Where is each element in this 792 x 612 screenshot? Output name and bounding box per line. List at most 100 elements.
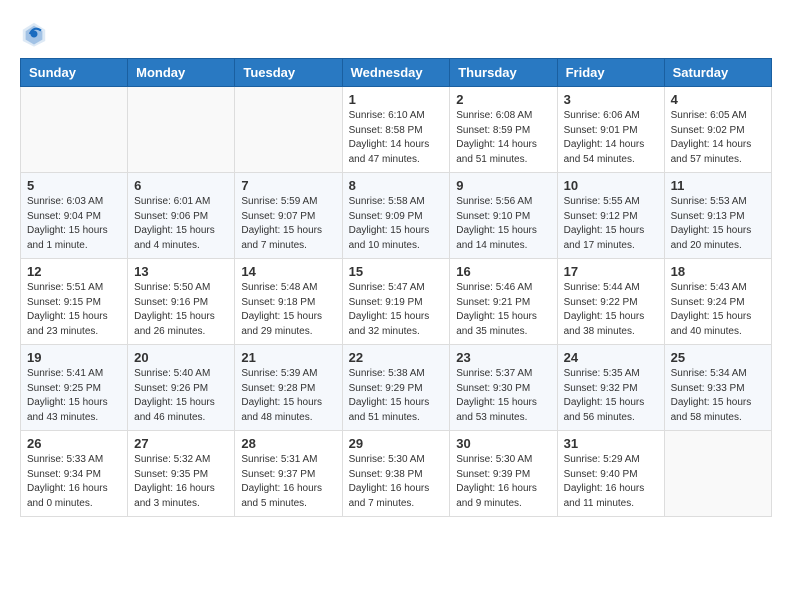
calendar-cell: 1 Sunrise: 6:10 AM Sunset: 8:58 PM Daylig…: [342, 87, 450, 173]
header-saturday: Saturday: [664, 59, 771, 87]
header-sunday: Sunday: [21, 59, 128, 87]
day-number: 12: [27, 264, 121, 279]
cell-content: Sunrise: 5:56 AM Sunset: 9:10 PM Dayligh…: [456, 195, 550, 253]
day-number: 5: [27, 178, 121, 193]
week-row-1: 1 Sunrise: 6:10 AM Sunset: 8:58 PM Daylig…: [21, 87, 772, 173]
cell-content: Sunrise: 6:05 AM Sunset: 9:02 PM Dayligh…: [671, 109, 765, 167]
calendar-cell: [21, 87, 128, 173]
calendar-cell: 10 Sunrise: 5:55 AM Sunset: 9:12 PM Dayli…: [557, 173, 664, 259]
cell-content: Sunrise: 6:03 AM Sunset: 9:04 PM Dayligh…: [27, 195, 121, 253]
day-number: 29: [349, 436, 444, 451]
calendar-cell: 31 Sunrise: 5:29 AM Sunset: 9:40 PM Dayli…: [557, 431, 664, 517]
day-number: 4: [671, 92, 765, 107]
calendar-cell: 5 Sunrise: 6:03 AM Sunset: 9:04 PM Daylig…: [21, 173, 128, 259]
day-number: 28: [241, 436, 335, 451]
cell-content: Sunrise: 5:55 AM Sunset: 9:12 PM Dayligh…: [564, 195, 658, 253]
cell-content: Sunrise: 6:10 AM Sunset: 8:58 PM Dayligh…: [349, 109, 444, 167]
cell-content: Sunrise: 5:29 AM Sunset: 9:40 PM Dayligh…: [564, 453, 658, 511]
logo-icon: [20, 20, 48, 48]
calendar-header-row: SundayMondayTuesdayWednesdayThursdayFrid…: [21, 59, 772, 87]
calendar-cell: 26Sunrise: 5:33 AM Sunset: 9:34 PM Dayli…: [21, 431, 128, 517]
day-number: 7: [241, 178, 335, 193]
calendar-cell: 15Sunrise: 5:47 AM Sunset: 9:19 PM Dayli…: [342, 259, 450, 345]
calendar-cell: 30 Sunrise: 5:30 AM Sunset: 9:39 PM Dayli…: [450, 431, 557, 517]
day-number: 31: [564, 436, 658, 451]
calendar-cell: [128, 87, 235, 173]
calendar-cell: 28 Sunrise: 5:31 AM Sunset: 9:37 PM Dayli…: [235, 431, 342, 517]
day-number: 9: [456, 178, 550, 193]
calendar-cell: 14 Sunrise: 5:48 AM Sunset: 9:18 PM Dayli…: [235, 259, 342, 345]
day-number: 17: [564, 264, 658, 279]
day-number: 10: [564, 178, 658, 193]
day-number: 14: [241, 264, 335, 279]
cell-content: Sunrise: 5:40 AM Sunset: 9:26 PM Dayligh…: [134, 367, 228, 425]
calendar-cell: 21 Sunrise: 5:39 AM Sunset: 9:28 PM Dayli…: [235, 345, 342, 431]
day-number: 19: [27, 350, 121, 365]
cell-content: Sunrise: 5:35 AM Sunset: 9:32 PM Dayligh…: [564, 367, 658, 425]
cell-content: Sunrise: 5:32 AM Sunset: 9:35 PM Dayligh…: [134, 453, 228, 511]
header-thursday: Thursday: [450, 59, 557, 87]
calendar-cell: 2 Sunrise: 6:08 AM Sunset: 8:59 PM Daylig…: [450, 87, 557, 173]
day-number: 30: [456, 436, 550, 451]
cell-content: Sunrise: 5:48 AM Sunset: 9:18 PM Dayligh…: [241, 281, 335, 339]
week-row-2: 5 Sunrise: 6:03 AM Sunset: 9:04 PM Daylig…: [21, 173, 772, 259]
day-number: 18: [671, 264, 765, 279]
day-number: 27: [134, 436, 228, 451]
header-monday: Monday: [128, 59, 235, 87]
cell-content: Sunrise: 5:53 AM Sunset: 9:13 PM Dayligh…: [671, 195, 765, 253]
calendar-cell: 17Sunrise: 5:44 AM Sunset: 9:22 PM Dayli…: [557, 259, 664, 345]
cell-content: Sunrise: 5:51 AM Sunset: 9:15 PM Dayligh…: [27, 281, 121, 339]
cell-content: Sunrise: 6:06 AM Sunset: 9:01 PM Dayligh…: [564, 109, 658, 167]
cell-content: Sunrise: 5:39 AM Sunset: 9:28 PM Dayligh…: [241, 367, 335, 425]
calendar-cell: 18Sunrise: 5:43 AM Sunset: 9:24 PM Dayli…: [664, 259, 771, 345]
cell-content: Sunrise: 6:01 AM Sunset: 9:06 PM Dayligh…: [134, 195, 228, 253]
cell-content: Sunrise: 5:37 AM Sunset: 9:30 PM Dayligh…: [456, 367, 550, 425]
calendar-cell: 22 Sunrise: 5:38 AM Sunset: 9:29 PM Dayli…: [342, 345, 450, 431]
cell-content: Sunrise: 5:31 AM Sunset: 9:37 PM Dayligh…: [241, 453, 335, 511]
calendar-cell: 29 Sunrise: 5:30 AM Sunset: 9:38 PM Dayli…: [342, 431, 450, 517]
cell-content: Sunrise: 5:30 AM Sunset: 9:39 PM Dayligh…: [456, 453, 550, 511]
calendar-cell: [664, 431, 771, 517]
logo: [20, 20, 52, 48]
cell-content: Sunrise: 5:58 AM Sunset: 9:09 PM Dayligh…: [349, 195, 444, 253]
week-row-3: 12 Sunrise: 5:51 AM Sunset: 9:15 PM Dayli…: [21, 259, 772, 345]
header-friday: Friday: [557, 59, 664, 87]
calendar-cell: 19 Sunrise: 5:41 AM Sunset: 9:25 PM Dayli…: [21, 345, 128, 431]
week-row-5: 26Sunrise: 5:33 AM Sunset: 9:34 PM Dayli…: [21, 431, 772, 517]
header-tuesday: Tuesday: [235, 59, 342, 87]
calendar-cell: 7 Sunrise: 5:59 AM Sunset: 9:07 PM Daylig…: [235, 173, 342, 259]
day-number: 16: [456, 264, 550, 279]
cell-content: Sunrise: 5:59 AM Sunset: 9:07 PM Dayligh…: [241, 195, 335, 253]
day-number: 26: [27, 436, 121, 451]
calendar-table: SundayMondayTuesdayWednesdayThursdayFrid…: [20, 58, 772, 517]
cell-content: Sunrise: 5:41 AM Sunset: 9:25 PM Dayligh…: [27, 367, 121, 425]
cell-content: Sunrise: 5:34 AM Sunset: 9:33 PM Dayligh…: [671, 367, 765, 425]
calendar-cell: 9 Sunrise: 5:56 AM Sunset: 9:10 PM Daylig…: [450, 173, 557, 259]
calendar-cell: 24 Sunrise: 5:35 AM Sunset: 9:32 PM Dayli…: [557, 345, 664, 431]
day-number: 11: [671, 178, 765, 193]
day-number: 20: [134, 350, 228, 365]
calendar-cell: 4 Sunrise: 6:05 AM Sunset: 9:02 PM Daylig…: [664, 87, 771, 173]
day-number: 2: [456, 92, 550, 107]
day-number: 22: [349, 350, 444, 365]
cell-content: Sunrise: 5:38 AM Sunset: 9:29 PM Dayligh…: [349, 367, 444, 425]
day-number: 6: [134, 178, 228, 193]
day-number: 21: [241, 350, 335, 365]
day-number: 24: [564, 350, 658, 365]
cell-content: Sunrise: 5:30 AM Sunset: 9:38 PM Dayligh…: [349, 453, 444, 511]
cell-content: Sunrise: 6:08 AM Sunset: 8:59 PM Dayligh…: [456, 109, 550, 167]
day-number: 15: [349, 264, 444, 279]
calendar-cell: 16 Sunrise: 5:46 AM Sunset: 9:21 PM Dayli…: [450, 259, 557, 345]
day-number: 23: [456, 350, 550, 365]
calendar-cell: 23 Sunrise: 5:37 AM Sunset: 9:30 PM Dayli…: [450, 345, 557, 431]
week-row-4: 19 Sunrise: 5:41 AM Sunset: 9:25 PM Dayli…: [21, 345, 772, 431]
day-number: 1: [349, 92, 444, 107]
page-header: [20, 20, 772, 48]
cell-content: Sunrise: 5:46 AM Sunset: 9:21 PM Dayligh…: [456, 281, 550, 339]
calendar-cell: 8 Sunrise: 5:58 AM Sunset: 9:09 PM Daylig…: [342, 173, 450, 259]
calendar-cell: [235, 87, 342, 173]
day-number: 8: [349, 178, 444, 193]
calendar-cell: 27 Sunrise: 5:32 AM Sunset: 9:35 PM Dayli…: [128, 431, 235, 517]
day-number: 3: [564, 92, 658, 107]
day-number: 13: [134, 264, 228, 279]
